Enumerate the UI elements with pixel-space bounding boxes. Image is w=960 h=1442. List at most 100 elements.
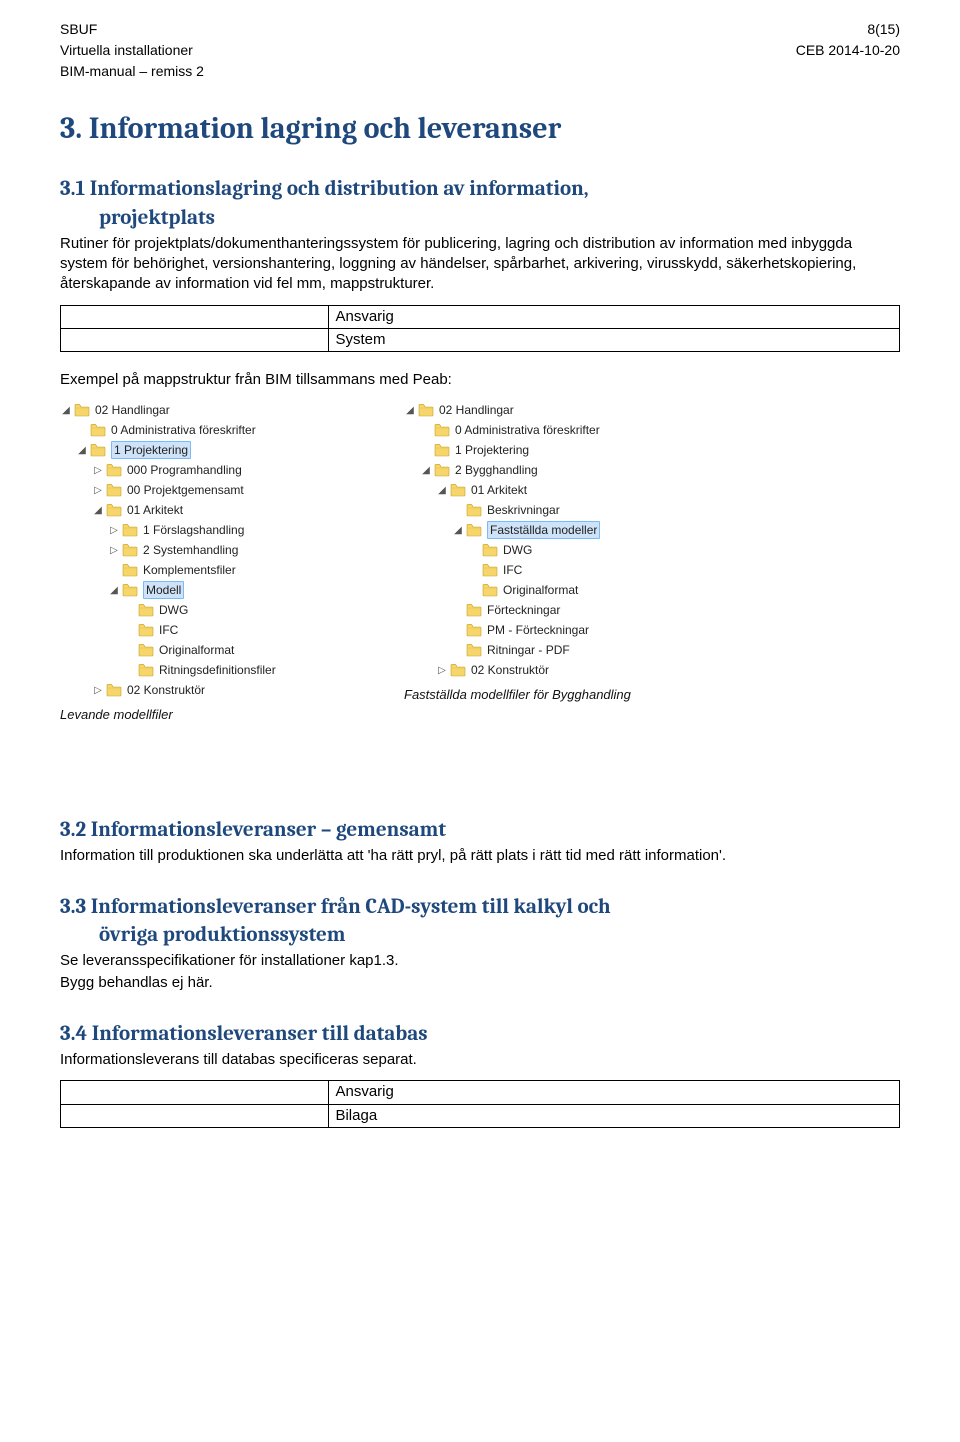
heading-3-1-line2: projektplats [99, 204, 900, 232]
tree-right-caption: Fastställda modellfiler för Bygghandling [404, 686, 704, 704]
tree-node-label: IFC [159, 622, 178, 638]
tree-node-label: 02 Handlingar [95, 402, 170, 418]
tree-node[interactable]: Ritningsdefinitionsfiler [60, 660, 360, 680]
table-cell [61, 1104, 329, 1127]
tree-node-label: Förteckningar [487, 602, 560, 618]
folder-icon [122, 563, 138, 577]
heading-3-3-line2: övriga produktionssystem [99, 921, 900, 949]
expand-icon[interactable]: ▷ [92, 684, 104, 698]
folder-tree-left[interactable]: ◢ 02 Handlingar 0 Administrativa föreskrif… [60, 400, 360, 700]
tree-node[interactable]: ▷000 Programhandling [60, 460, 360, 480]
folder-tree-right[interactable]: ◢ 02 Handlingar 0 Administrativa föreskrif… [404, 400, 704, 680]
expand-icon[interactable]: ▷ [108, 544, 120, 558]
header-left-2: Virtuella installationer [60, 41, 193, 60]
expand-icon[interactable]: ◢ [404, 404, 416, 418]
tree-node[interactable]: IFC [60, 620, 360, 640]
para-3-3a: Se leveransspecifikationer för installat… [60, 951, 900, 971]
tree-node-label: 02 Handlingar [439, 402, 514, 418]
tree-node-label: 02 Konstruktör [127, 682, 205, 698]
table-1: Ansvarig System [60, 305, 900, 353]
tree-node[interactable]: ◢1 Projektering [60, 440, 360, 460]
heading-3-1-line1: 3.1 Informationslagring och distribution… [60, 177, 589, 201]
folder-icon [466, 643, 482, 657]
expand-icon[interactable]: ▷ [108, 524, 120, 538]
expand-icon[interactable]: ◢ [92, 504, 104, 518]
tree-node-label: PM - Förteckningar [487, 622, 589, 638]
folder-icon [434, 443, 450, 457]
tree-node[interactable]: ◢ Fastställda modeller [404, 520, 704, 540]
tree-node-label: Beskrivningar [487, 502, 560, 518]
expand-icon[interactable]: ◢ [420, 464, 432, 478]
tree-node[interactable]: ▷ 02 Konstruktör [60, 680, 360, 700]
tree-node[interactable]: ◢ 01 Arkitekt [404, 480, 704, 500]
para-3-2: Information till produktionen ska underl… [60, 846, 900, 866]
folder-icon [418, 403, 434, 417]
tree-node[interactable]: ◢01 Arkitekt [60, 500, 360, 520]
tree-node-label: Fastställda modeller [487, 521, 600, 539]
expand-icon[interactable]: ◢ [108, 584, 120, 598]
tree-node[interactable]: ▷ 00 Projektgemensamt [60, 480, 360, 500]
folder-icon [138, 663, 154, 677]
folder-icon [434, 463, 450, 477]
tree-node[interactable]: ◢ 2 Bygghandling [404, 460, 704, 480]
tree-node[interactable]: ▷ 02 Konstruktör [404, 660, 704, 680]
table-2: Ansvarig Bilaga [60, 1080, 900, 1128]
tree-node[interactable]: DWG [404, 540, 704, 560]
tree-node[interactable]: ◢Modell [60, 580, 360, 600]
tree-node-label: 01 Arkitekt [471, 482, 527, 498]
tree-node[interactable]: Förteckningar [404, 600, 704, 620]
folder-icon [482, 563, 498, 577]
expand-icon[interactable]: ▷ [92, 484, 104, 498]
para-3-4: Informationsleverans till databas specif… [60, 1050, 900, 1070]
tree-node[interactable]: Originalformat [404, 580, 704, 600]
tree-node[interactable]: Originalformat [60, 640, 360, 660]
tree-node-label: DWG [159, 602, 188, 618]
folder-icon [482, 583, 498, 597]
tree-node[interactable]: 0 Administrativa föreskrifter [404, 420, 704, 440]
tree-node[interactable]: PM - Förteckningar [404, 620, 704, 640]
folder-icon [90, 423, 106, 437]
tree-node-label: 02 Konstruktör [471, 662, 549, 678]
folder-icon [106, 483, 122, 497]
expand-icon[interactable]: ◢ [452, 524, 464, 538]
tree-node[interactable]: ▷1 Förslagshandling [60, 520, 360, 540]
folder-icon [466, 503, 482, 517]
expand-icon[interactable]: ▷ [436, 664, 448, 678]
tree-node[interactable]: ◢ 02 Handlingar [60, 400, 360, 420]
tree-node-label: IFC [503, 562, 522, 578]
para-3-1: Rutiner för projektplats/dokumenthanteri… [60, 234, 900, 295]
folder-icon [138, 603, 154, 617]
tree-node[interactable]: ◢ 02 Handlingar [404, 400, 704, 420]
expand-icon[interactable]: ▷ [92, 464, 104, 478]
tree-node-label: 1 Projektering [455, 442, 529, 458]
header-page: 8(15) [867, 20, 900, 39]
expand-icon[interactable]: ◢ [60, 404, 72, 418]
header-date: CEB 2014-10-20 [796, 41, 900, 60]
tree-node-label: 00 Projektgemensamt [127, 482, 244, 498]
folder-icon [434, 423, 450, 437]
tree-node[interactable]: 0 Administrativa föreskrifter [60, 420, 360, 440]
tree-node[interactable]: Beskrivningar [404, 500, 704, 520]
tree-node-label: 2 Bygghandling [455, 462, 538, 478]
tree-node-label: Originalformat [159, 642, 234, 658]
header-left-3: BIM-manual – remiss 2 [60, 62, 204, 81]
tree-node[interactable]: ▷ 2 Systemhandling [60, 540, 360, 560]
folder-icon [106, 463, 122, 477]
tree-node[interactable]: Ritningar - PDF [404, 640, 704, 660]
tree-node[interactable]: 1 Projektering [404, 440, 704, 460]
expand-icon[interactable]: ◢ [436, 484, 448, 498]
tree-node[interactable]: IFC [404, 560, 704, 580]
tree-node[interactable]: DWG [60, 600, 360, 620]
tree-node-label: Originalformat [503, 582, 578, 598]
expand-icon[interactable]: ◢ [76, 444, 88, 458]
heading-3-3: 3.3 Informationsleveranser från CAD-syst… [60, 893, 900, 950]
folder-icon [90, 443, 106, 457]
folder-icon [450, 483, 466, 497]
tree-node[interactable]: Komplementsfiler [60, 560, 360, 580]
tree-node-label: 2 Systemhandling [143, 542, 238, 558]
folder-icon [482, 543, 498, 557]
heading-3-1: 3.1 Informationslagring och distribution… [60, 175, 900, 232]
para-3-3b: Bygg behandlas ej här. [60, 973, 900, 993]
heading-3-4: 3.4 Informationsleveranser till databas [60, 1020, 900, 1048]
heading-3-2: 3.2 Informationsleveranser – gemensamt [60, 816, 900, 844]
